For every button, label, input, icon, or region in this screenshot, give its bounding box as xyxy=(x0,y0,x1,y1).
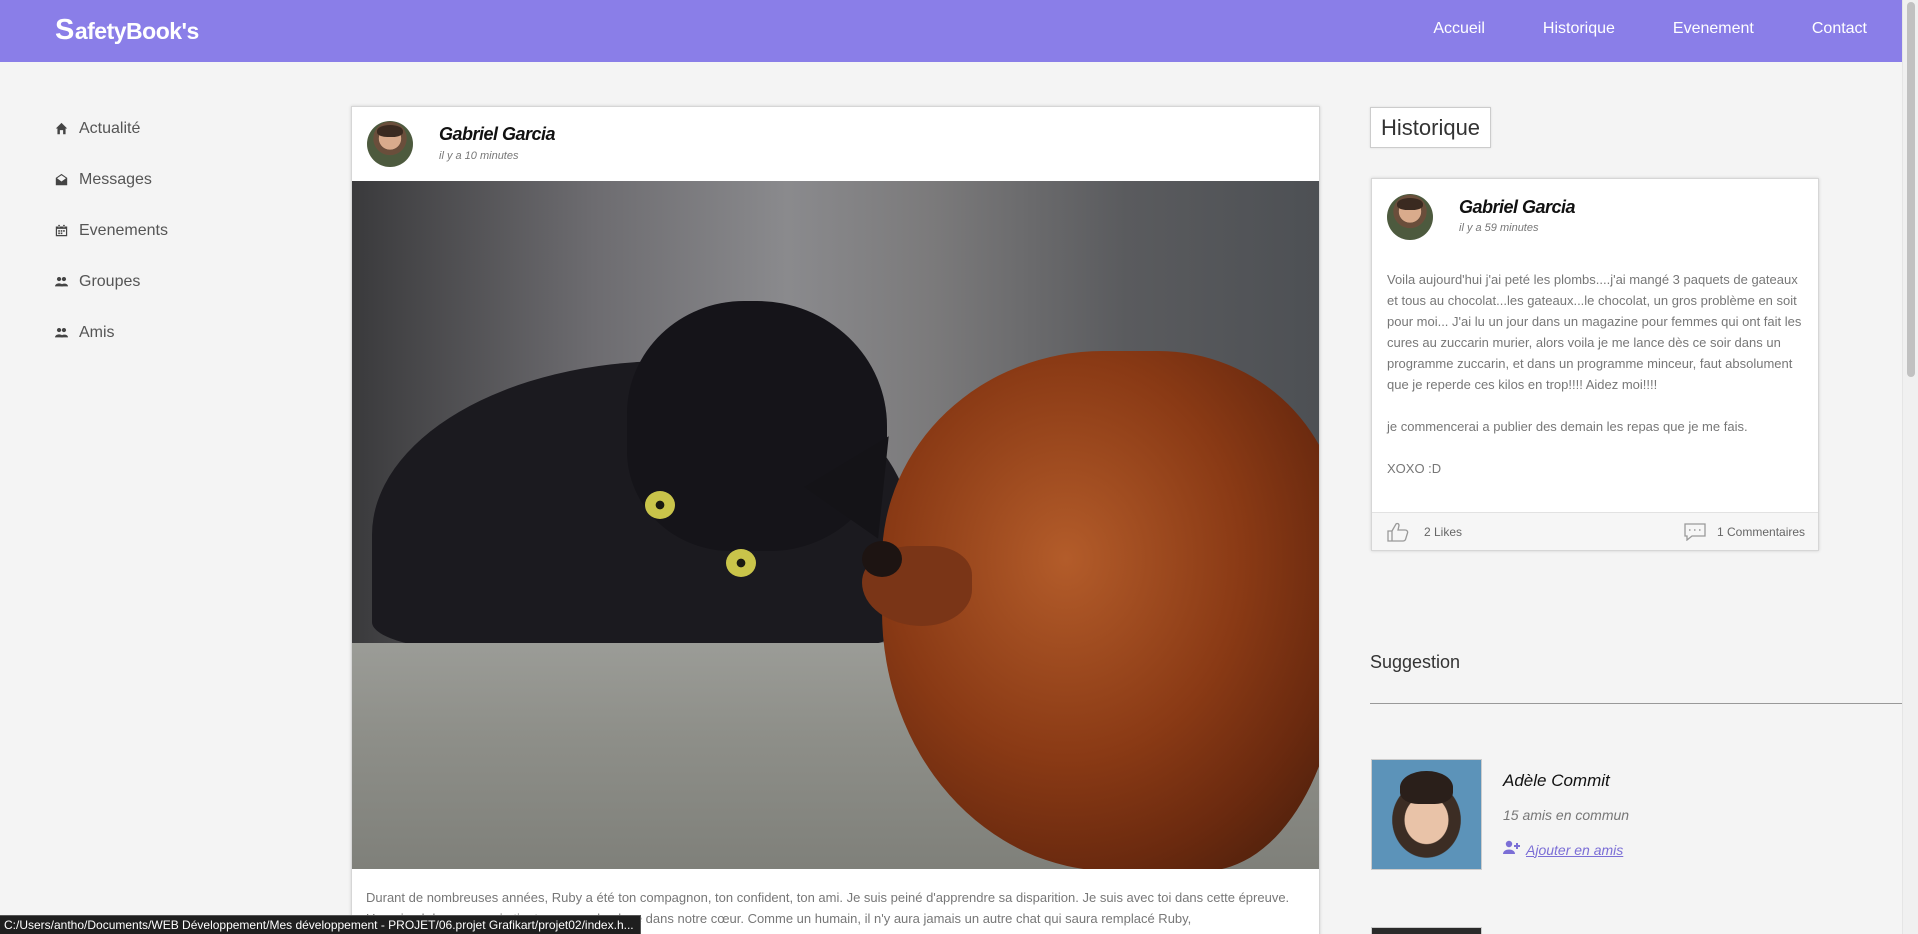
historique-card: Gabriel Garcia il y a 59 minutes Voila a… xyxy=(1371,178,1819,551)
comments-count[interactable]: 1 Commentaires xyxy=(1717,525,1805,539)
sidebar-item-label: Actualité xyxy=(79,119,141,137)
sidebar-item-evenements[interactable]: Evenements xyxy=(55,205,168,256)
historique-title: Historique xyxy=(1370,107,1492,148)
author-avatar[interactable] xyxy=(367,121,413,167)
historique-paragraph: je commencerai a publier des demain les … xyxy=(1387,419,1748,434)
sidebar-item-label: Evenements xyxy=(79,221,168,239)
user-plus-icon xyxy=(1503,840,1521,859)
historique-paragraph: Voila aujourd'hui j'ai peté les plombs..… xyxy=(1387,272,1802,392)
scrollbar-thumb[interactable] xyxy=(1907,2,1915,377)
nav-contact[interactable]: Contact xyxy=(1812,20,1867,38)
post-image xyxy=(352,181,1319,869)
post-time: il y a 10 minutes xyxy=(439,150,519,162)
top-navbar: SafetyBook's Accueil Historique Evenemen… xyxy=(0,0,1902,62)
nav-historique[interactable]: Historique xyxy=(1543,20,1615,38)
sidebar-item-amis[interactable]: Amis xyxy=(55,307,168,358)
suggestion-name[interactable]: Adèle Commit xyxy=(1503,771,1610,791)
sidebar-item-label: Messages xyxy=(79,170,152,188)
add-friend-link[interactable]: Ajouter en amis xyxy=(1526,842,1623,858)
post-author[interactable]: Gabriel Garcia xyxy=(439,124,556,145)
sidebar: Actualité Messages Evenements Groupes Am… xyxy=(55,103,168,358)
likes-count[interactable]: 2 Likes xyxy=(1424,525,1462,539)
sidebar-item-groupes[interactable]: Groupes xyxy=(55,256,168,307)
envelope-icon xyxy=(55,173,79,186)
suggestion-photo[interactable] xyxy=(1371,927,1482,934)
nav-links: Accueil Historique Evenement Contact xyxy=(1433,0,1867,58)
users-icon xyxy=(55,326,79,339)
historique-paragraph: XOXO :D xyxy=(1387,461,1442,476)
sidebar-item-actualite[interactable]: Actualité xyxy=(55,103,168,154)
sidebar-item-messages[interactable]: Messages xyxy=(55,154,168,205)
cat-eye xyxy=(645,491,675,519)
comment-icon[interactable] xyxy=(1684,523,1706,546)
brand-logo[interactable]: SafetyBook's xyxy=(55,14,199,47)
page-scrollbar[interactable] xyxy=(1902,0,1918,934)
add-friend-button[interactable]: Ajouter en amis xyxy=(1503,840,1623,859)
post-header: Gabriel Garcia il y a 10 minutes xyxy=(352,107,1319,182)
users-icon xyxy=(55,275,79,288)
nav-accueil[interactable]: Accueil xyxy=(1433,20,1485,38)
home-icon xyxy=(55,122,79,135)
brand-name: afetyBook's xyxy=(74,18,199,44)
sidebar-item-label: Amis xyxy=(79,323,115,341)
cat-eye xyxy=(726,549,756,577)
historique-author[interactable]: Gabriel Garcia xyxy=(1459,197,1576,218)
brand-initial: S xyxy=(55,14,74,46)
calendar-icon xyxy=(55,224,79,237)
suggestion-photo[interactable] xyxy=(1371,759,1482,870)
historique-body: Voila aujourd'hui j'ai peté les plombs..… xyxy=(1387,269,1802,500)
suggestion-common-friends: 15 amis en commun xyxy=(1503,807,1630,823)
author-avatar[interactable] xyxy=(1387,194,1433,240)
suggestion-divider xyxy=(1370,703,1902,704)
historique-time: il y a 59 minutes xyxy=(1459,222,1539,234)
thumbs-up-icon[interactable] xyxy=(1387,522,1409,547)
historique-footer: 2 Likes 1 Commentaires xyxy=(1372,512,1818,550)
suggestion-title: Suggestion xyxy=(1370,652,1461,672)
dog-nose xyxy=(862,541,902,577)
post-card: Gabriel Garcia il y a 10 minutes Durant … xyxy=(351,106,1320,934)
sidebar-item-label: Groupes xyxy=(79,272,141,290)
browser-status-bar: C:/Users/antho/Documents/WEB Développeme… xyxy=(0,915,641,934)
nav-evenement[interactable]: Evenement xyxy=(1673,20,1754,38)
